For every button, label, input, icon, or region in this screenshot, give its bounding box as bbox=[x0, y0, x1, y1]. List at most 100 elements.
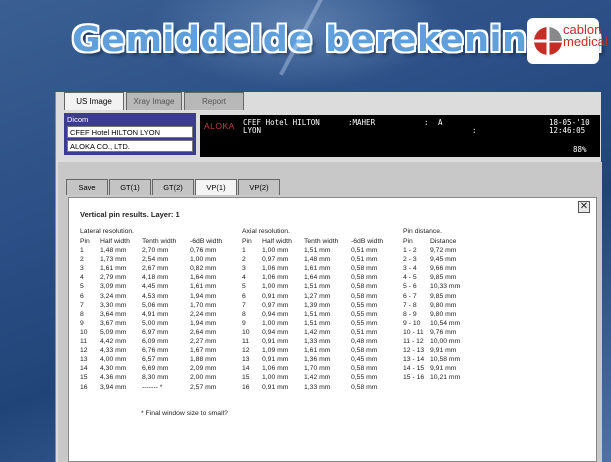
lateral-cell: 6,76 mm bbox=[142, 347, 169, 355]
axial-col-header: Pin bbox=[242, 238, 252, 245]
lateral-cell: 2,64 mm bbox=[190, 328, 217, 336]
lateral-row: 16 3,94 mm ------- * 2,57 mm bbox=[80, 383, 216, 393]
axial-cell: 1,00 mm bbox=[262, 283, 289, 291]
pin_distance-row: 7 - 8 9,80 mm bbox=[403, 301, 456, 311]
lateral-cell: 4,18 mm bbox=[142, 274, 169, 282]
lateral-cell: 4,53 mm bbox=[142, 292, 169, 300]
pin_distance-cell: 10 - 11 bbox=[403, 328, 424, 336]
pin_distance-row: 3 - 4 9,66 mm bbox=[403, 265, 456, 274]
lateral-cell: 3,94 mm bbox=[100, 383, 127, 391]
pin_distance-row: 6 - 7 9,85 mm bbox=[403, 293, 456, 302]
axial-cell: 1,39 mm bbox=[304, 301, 331, 309]
lateral-cell: 2,57 mm bbox=[190, 383, 217, 391]
pin_distance-row: 1 - 2 9,72 mm bbox=[403, 247, 456, 256]
lateral-column-headers: Pin Half width Tenth width -6dB width bbox=[80, 238, 222, 247]
axial-cell: 9 bbox=[242, 319, 246, 327]
pin_distance-cell: 3 - 4 bbox=[403, 265, 417, 273]
lateral-cell: 1,88 mm bbox=[190, 356, 217, 364]
lateral-cell: 1,67 mm bbox=[190, 347, 217, 355]
lateral-col-header: -6dB width bbox=[190, 238, 223, 245]
lateral-cell: 2,79 mm bbox=[100, 274, 127, 282]
lateral-cell: 2,54 mm bbox=[142, 256, 169, 264]
axial-cell: 1,51 mm bbox=[304, 247, 331, 255]
lateral-col-header: Pin bbox=[80, 238, 90, 245]
lateral-cell: 1,73 mm bbox=[100, 256, 127, 264]
sub-tab-1[interactable]: GT(1) bbox=[109, 179, 151, 195]
lateral-cell: 5,00 mm bbox=[142, 319, 169, 327]
lateral-cell: 4,30 mm bbox=[100, 365, 127, 373]
pin_distance-cell: 1 - 2 bbox=[403, 247, 417, 255]
dicom-field-institution[interactable]: CFEF Hotel HILTON LYON bbox=[67, 126, 193, 138]
pin_distance-cell: 9,80 mm bbox=[430, 301, 457, 309]
axial-cell: 0,58 mm bbox=[351, 283, 378, 291]
lateral-row: 13 4,00 mm 6,57 mm 1,88 mm bbox=[80, 356, 216, 365]
pin_distance-cell: 10,54 mm bbox=[430, 319, 461, 327]
pin_distance-row: 10 - 11 9,76 mm bbox=[403, 328, 456, 338]
pin_distance-cell: 9,91 mm bbox=[430, 347, 457, 355]
axial-cell: 0,51 mm bbox=[351, 256, 378, 264]
sub-tab-0[interactable]: Save bbox=[66, 179, 108, 195]
sub-tab-4[interactable]: VP(2) bbox=[238, 179, 280, 195]
lateral-cell: 2,24 mm bbox=[190, 310, 217, 318]
pin_distance-row: 5 - 6 10,33 mm bbox=[403, 283, 460, 292]
logo-mark-icon bbox=[534, 27, 562, 55]
axial-cell: 16 bbox=[242, 383, 250, 391]
top-tab-0[interactable]: US Image bbox=[64, 92, 124, 110]
axial-heading: Axial resolution. bbox=[242, 228, 290, 235]
top-tab-2[interactable]: Report bbox=[184, 92, 244, 110]
lateral-cell: 2,00 mm bbox=[190, 374, 217, 382]
axial-cell: 0,94 mm bbox=[262, 310, 289, 318]
lateral-cell: 0,82 mm bbox=[190, 265, 217, 273]
pin_distance-cell: 7 - 8 bbox=[403, 301, 417, 309]
aloka-brand: ALOKA bbox=[204, 121, 235, 131]
top-tab-1[interactable]: Xray Image bbox=[126, 92, 182, 110]
lateral-cell: 1,48 mm bbox=[100, 247, 127, 255]
axial-cell: 1,51 mm bbox=[304, 283, 331, 291]
axial-cell: 1,42 mm bbox=[304, 328, 331, 336]
axial-column-headers: Pin Half width Tenth width -6dB width bbox=[242, 238, 383, 247]
pin_distance-heading: Pin distance. bbox=[403, 228, 442, 235]
lateral-cell: 4,33 mm bbox=[100, 347, 127, 355]
axial-cell: 1,00 mm bbox=[262, 319, 289, 327]
lateral-heading: Lateral resolution. bbox=[80, 228, 135, 235]
axial-row: 13 0,91 mm 1,36 mm 0,45 mm bbox=[242, 356, 377, 365]
pin_distance-cell: 10,58 mm bbox=[430, 356, 461, 364]
axial-row: 9 1,00 mm 1,51 mm 0,55 mm bbox=[242, 319, 377, 329]
lateral-cell: 6,09 mm bbox=[142, 338, 169, 346]
pin_distance-row: 14 - 15 9,91 mm bbox=[403, 365, 456, 374]
axial-cell: 1,09 mm bbox=[262, 347, 289, 355]
lateral-cell: 4,91 mm bbox=[142, 310, 169, 318]
lateral-row: 11 4,42 mm 6,09 mm 2,27 mm bbox=[80, 338, 216, 347]
axial-cell: 0,45 mm bbox=[351, 356, 378, 364]
lateral-cell: 2,70 mm bbox=[142, 247, 169, 255]
lateral-cell: 3,64 mm bbox=[100, 310, 127, 318]
dicom-field-manufacturer[interactable]: ALOKA CO., LTD. bbox=[67, 140, 193, 152]
pin_distance-cell: 12 - 13 bbox=[403, 347, 425, 355]
lateral-cell: 4,45 mm bbox=[142, 283, 169, 291]
axial-cell: 4 bbox=[242, 274, 246, 282]
pin_distance-row: 12 - 13 9,91 mm bbox=[403, 347, 456, 356]
dicom-label: Dicom bbox=[67, 115, 89, 124]
axial-cell: 0,55 mm bbox=[351, 301, 378, 309]
pin_distance-cell: 11 - 12 bbox=[403, 338, 424, 346]
results-pane: ✕ Vertical pin results. Layer: 1 Lateral… bbox=[68, 197, 597, 462]
close-icon[interactable]: ✕ bbox=[578, 201, 590, 213]
pin_distance-cell: 10,21 mm bbox=[430, 374, 461, 382]
sub-tab-2[interactable]: GT(2) bbox=[152, 179, 194, 195]
axial-col-header: -6dB width bbox=[351, 238, 384, 245]
lateral-cell: 3,67 mm bbox=[100, 319, 127, 327]
axial-cell: 0,97 mm bbox=[262, 301, 289, 309]
lateral-cell: 6,97 mm bbox=[142, 328, 169, 336]
lateral-cell: 3,09 mm bbox=[100, 283, 127, 291]
lateral-cell: 3,30 mm bbox=[100, 301, 127, 309]
axial-cell: 0,51 mm bbox=[351, 247, 378, 255]
lateral-cell: 16 bbox=[80, 383, 88, 391]
slide-background: Gemiddelde berekeningen cablon medical U… bbox=[0, 0, 611, 462]
axial-cell: 0,58 mm bbox=[351, 265, 378, 273]
sub-tab-3[interactable]: VP(1) bbox=[195, 179, 237, 195]
lateral-cell: 5,09 mm bbox=[100, 328, 127, 336]
axial-cell: 1,33 mm bbox=[304, 338, 331, 346]
pin-distance-table: Pin distance. Pin Distance 1 - 2 9,72 mm 2 - … bbox=[403, 228, 460, 384]
pin_distance-cell: 13 - 14 bbox=[403, 356, 425, 364]
lateral-cell: 10 bbox=[80, 328, 88, 336]
